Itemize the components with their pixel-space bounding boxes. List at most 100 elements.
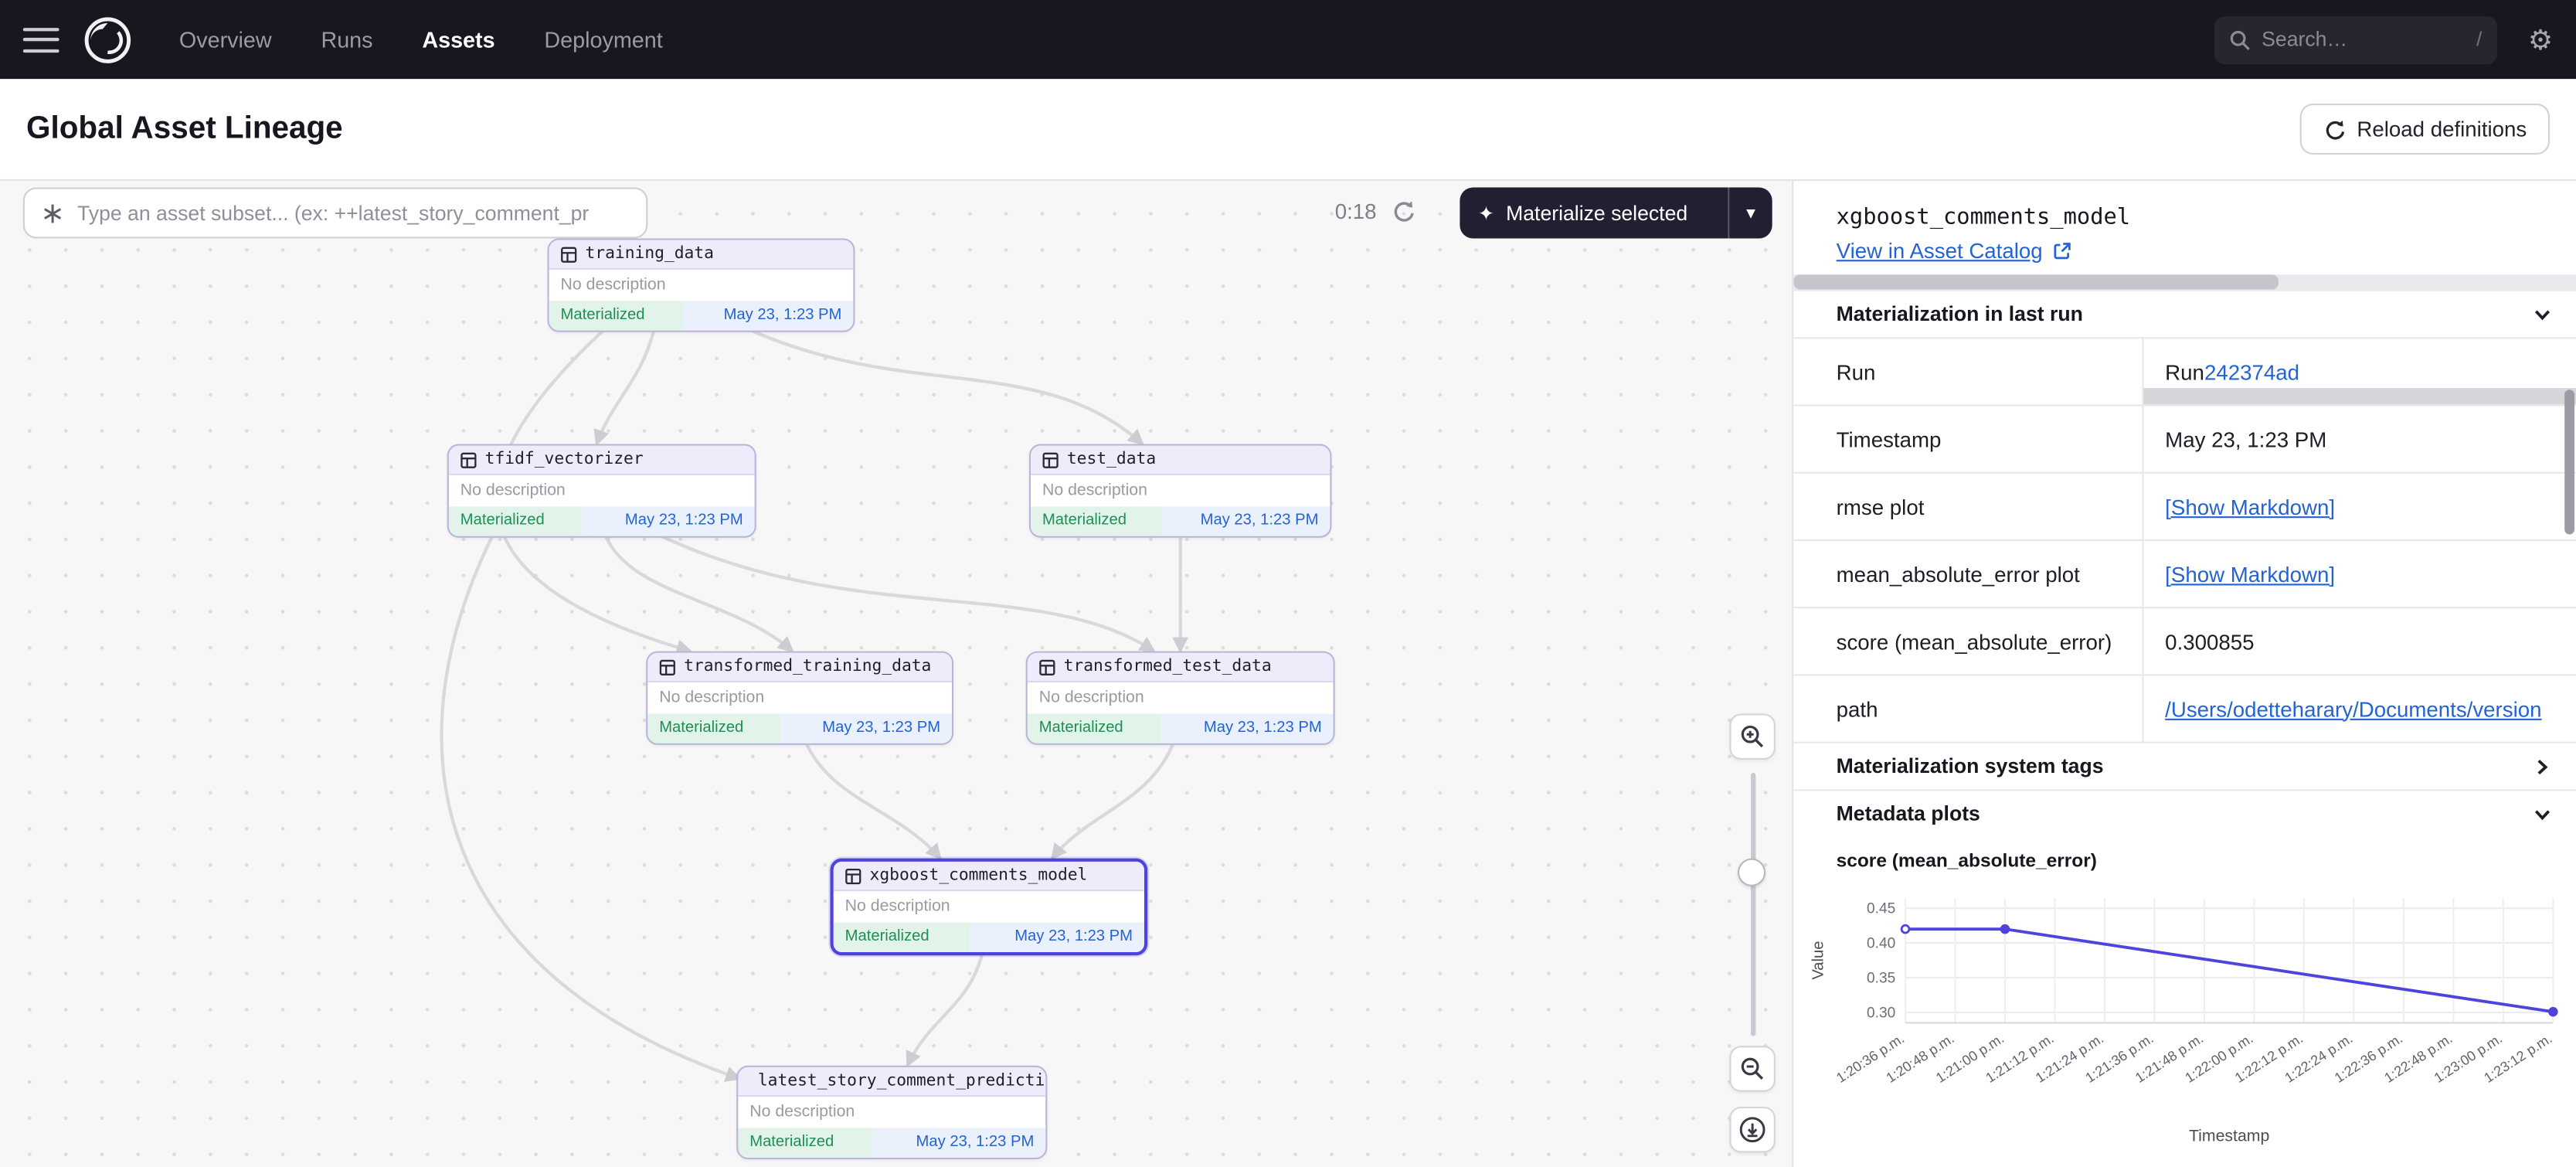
asset-node-tfidf_vectorizer[interactable]: tfidf_vectorizerNo descriptionMaterializ… [447, 444, 756, 536]
catalog-link-label: View in Asset Catalog [1837, 239, 2043, 264]
search-input[interactable] [2262, 28, 2465, 51]
metadata-label: mean_absolute_error plot [1793, 541, 2143, 607]
section-materialization-system-tags[interactable]: Materialization system tags [1793, 742, 2576, 790]
section-label: Materialization in last run [1837, 302, 2083, 325]
metadata-label: Timestamp [1793, 407, 2143, 472]
nav-item-overview[interactable]: Overview [179, 27, 272, 52]
sparkle-icon: ✦ [1478, 202, 1494, 225]
global-search[interactable]: / [2214, 15, 2496, 63]
svg-text:0.45: 0.45 [1867, 901, 1895, 917]
asset-timestamp: May 23, 1:23 PM [583, 506, 755, 535]
reload-definitions-button[interactable]: Reload definitions [2299, 104, 2550, 155]
reload-definitions-label: Reload definitions [2357, 117, 2527, 141]
asset-status-badge: Materialized [738, 1128, 872, 1157]
refresh-icon[interactable] [1392, 199, 1416, 223]
nodes-layer: training_dataNo descriptionMaterializedM… [0, 181, 1792, 1167]
asset-node-training_data[interactable]: training_dataNo descriptionMaterializedM… [548, 239, 855, 332]
refresh-timer: 0:18 [1335, 199, 1377, 223]
page-header: Global Asset Lineage Reload definitions [0, 79, 2576, 181]
nav-item-assets[interactable]: Assets [422, 27, 494, 52]
metadata-table: RunRun 242374adTimestampMay 23, 1:23 PMr… [1793, 337, 2576, 741]
metadata-plot-svg: 0.450.400.350.301:20:36 p.m.1:20:48 p.m.… [1803, 875, 2573, 1151]
asset-subset-input[interactable] [77, 202, 630, 225]
asset-node-transformed_test_data[interactable]: transformed_test_dataNo descriptionMater… [1026, 652, 1335, 744]
metadata-label: rmse plot [1793, 474, 2143, 539]
hamburger-menu-icon[interactable] [23, 27, 59, 52]
svg-text:0.40: 0.40 [1867, 936, 1895, 952]
metadata-link[interactable]: /Users/odetteharary/Documents/version [2165, 696, 2541, 721]
metadata-value: [Show Markdown] [2144, 541, 2576, 607]
asset-timestamp: May 23, 1:23 PM [969, 923, 1144, 951]
recenter-button[interactable] [1729, 1107, 1776, 1153]
asset-timestamp: May 23, 1:23 PM [1161, 506, 1330, 535]
metadata-row: mean_absolute_error plot [Show Markdown] [1793, 539, 2576, 607]
asset-node-xgboost_comments_model[interactable]: xgboost_comments_modelNo descriptionMate… [830, 859, 1147, 954]
asset-node-latest_story_comment_predictions[interactable]: latest_story_comment_predictionsNo descr… [736, 1066, 1047, 1158]
nav-right: / ⚙ [2214, 15, 2553, 63]
asset-timestamp: May 23, 1:23 PM [682, 301, 854, 329]
page-title: Global Asset Lineage [26, 111, 343, 148]
section-label: Metadata plots [1837, 802, 1980, 825]
metadata-link[interactable]: [Show Markdown] [2165, 562, 2335, 587]
dagster-app: Overview Runs Assets Deployment / ⚙ Global … [0, 0, 2576, 1167]
materialize-selected-button[interactable]: ✦ Materialize selected ▾ [1460, 188, 1772, 239]
content: training_dataNo descriptionMaterializedM… [0, 181, 2576, 1167]
asset-name: training_data [585, 245, 714, 263]
asset-name: xgboost_comments_model [870, 866, 1088, 884]
asset-description: No description [647, 682, 952, 713]
section-metadata-plots[interactable]: Metadata plots [1793, 789, 2576, 837]
metadata-link[interactable]: [Show Markdown] [2165, 494, 2335, 519]
asset-subset-filter[interactable] [23, 188, 648, 239]
asset-timestamp: May 23, 1:23 PM [1161, 713, 1334, 742]
metadata-value: 0.300855 [2144, 608, 2576, 674]
metadata-value: Run 242374ad [2144, 339, 2576, 404]
section-materialization-last-run[interactable]: Materialization in last run [1793, 289, 2576, 337]
asset-name: transformed_training_data [684, 658, 931, 675]
materialize-dropdown-caret[interactable]: ▾ [1729, 202, 1772, 224]
dagster-logo-icon[interactable] [80, 12, 134, 66]
asset-status-badge: Materialized [449, 506, 583, 535]
gear-icon[interactable]: ⚙ [2528, 26, 2553, 53]
arrow-down-circle-icon [1738, 1115, 1767, 1145]
asset-status-badge: Materialized [834, 923, 970, 951]
zoom-out-icon [1739, 1056, 1765, 1082]
asset-description: No description [1031, 475, 1330, 506]
metadata-row: rmse plot [Show Markdown] [1793, 472, 2576, 539]
zoom-in-icon [1739, 723, 1765, 750]
lineage-graph[interactable]: training_dataNo descriptionMaterializedM… [0, 181, 1793, 1167]
top-nav: Overview Runs Assets Deployment / ⚙ [0, 0, 2576, 79]
zoom-in-button[interactable] [1729, 713, 1776, 760]
asset-status-badge: Materialized [1031, 506, 1161, 535]
svg-text:Value: Value [1810, 941, 1827, 979]
nav-item-deployment[interactable]: Deployment [544, 27, 662, 52]
asset-node-transformed_training_data[interactable]: transformed_training_data No descriptionM… [646, 652, 953, 744]
metadata-plot-heading: score (mean_absolute_error) [1793, 837, 2576, 875]
metadata-label: Run [1793, 339, 2143, 404]
materialize-selected-label: Materialize selected [1506, 202, 1687, 225]
zoom-out-button[interactable] [1729, 1046, 1776, 1092]
asset-status-badge: Materialized [647, 713, 780, 742]
vertical-scrollbar-thumb[interactable] [2564, 390, 2574, 534]
asset-timestamp: May 23, 1:23 PM [780, 713, 952, 742]
asset-description: No description [449, 475, 755, 506]
asset-name: transformed_test_data [1064, 658, 1272, 675]
zoom-controls [1729, 713, 1776, 1152]
asset-node-test_data[interactable]: test_dataNo descriptionMaterializedMay 2… [1029, 444, 1331, 536]
search-shortcut-hint: / [2476, 28, 2482, 51]
asset-panel-title: xgboost_comments_model [1793, 181, 2576, 230]
zoom-slider-handle[interactable] [1738, 859, 1765, 886]
asset-table-icon [561, 246, 577, 262]
zoom-slider[interactable] [1729, 773, 1776, 1036]
chevron-down-icon [2534, 305, 2551, 323]
view-in-asset-catalog-link[interactable]: View in Asset Catalog [1837, 239, 2071, 264]
asset-details-panel: xgboost_comments_model View in Asset Cat… [1793, 181, 2576, 1167]
horizontal-scrollbar[interactable] [1793, 274, 2576, 289]
metadata-link[interactable]: 242374ad [2204, 359, 2299, 384]
value-scrollbar[interactable] [2144, 388, 2576, 404]
svg-text:0.35: 0.35 [1867, 970, 1895, 986]
search-icon [2229, 29, 2251, 50]
metadata-row: path/Users/odetteharary/Documents/versio… [1793, 674, 2576, 741]
asset-status-badge: Materialized [549, 301, 682, 329]
horizontal-scrollbar-thumb[interactable] [1793, 274, 2279, 289]
nav-item-runs[interactable]: Runs [321, 27, 372, 52]
